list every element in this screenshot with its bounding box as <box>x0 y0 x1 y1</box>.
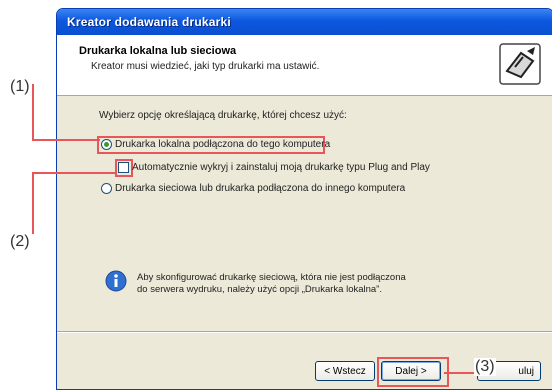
next-button[interactable]: Dalej > <box>381 361 441 381</box>
callout-3: (3) <box>474 358 496 376</box>
option-network-label[interactable]: Drukarka sieciowa lub drukarka podłączon… <box>115 183 405 194</box>
back-button[interactable]: < Wstecz <box>315 361 375 381</box>
callout-2-line <box>32 172 34 234</box>
info-text-line-1: Aby skonfigurować drukarkę sieciową, któ… <box>137 272 406 283</box>
header-subtitle: Kreator musi wiedzieć, jaki typ drukarki… <box>91 61 320 72</box>
callout-2-line-h <box>32 172 116 174</box>
info-icon <box>105 270 127 292</box>
radio-local-printer[interactable] <box>101 139 112 150</box>
callout-2: (2) <box>10 233 30 250</box>
footer-separator-highlight <box>57 332 552 333</box>
wizard-body: Wybierz opcję określającą drukarkę, któr… <box>57 96 552 331</box>
option-pnp-label[interactable]: Automatycznie wykryj i zainstaluj moją d… <box>132 162 430 173</box>
radio-network-printer[interactable] <box>101 183 112 194</box>
options-prompt: Wybierz opcję określającą drukarkę, któr… <box>99 110 347 121</box>
info-text-line-2: do serwera wydruku, należy użyć opcji „D… <box>137 284 382 295</box>
header-title: Drukarka lokalna lub sieciowa <box>79 45 237 57</box>
checkbox-plug-and-play[interactable] <box>118 162 129 173</box>
wizard-header: Drukarka lokalna lub sieciowa Kreator mu… <box>57 35 552 96</box>
callout-3-line <box>444 372 474 374</box>
title-bar: Kreator dodawania drukarki <box>57 9 552 35</box>
callout-1: (1) <box>10 78 30 95</box>
callout-1-line-h <box>32 139 100 141</box>
add-printer-wizard-window: Kreator dodawania drukarki Drukarka loka… <box>56 8 552 390</box>
callout-1-line <box>32 84 34 140</box>
printer-wizard-icon <box>499 43 541 85</box>
window-title: Kreator dodawania drukarki <box>67 15 231 29</box>
option-local-label[interactable]: Drukarka lokalna podłączona do tego komp… <box>115 139 330 150</box>
